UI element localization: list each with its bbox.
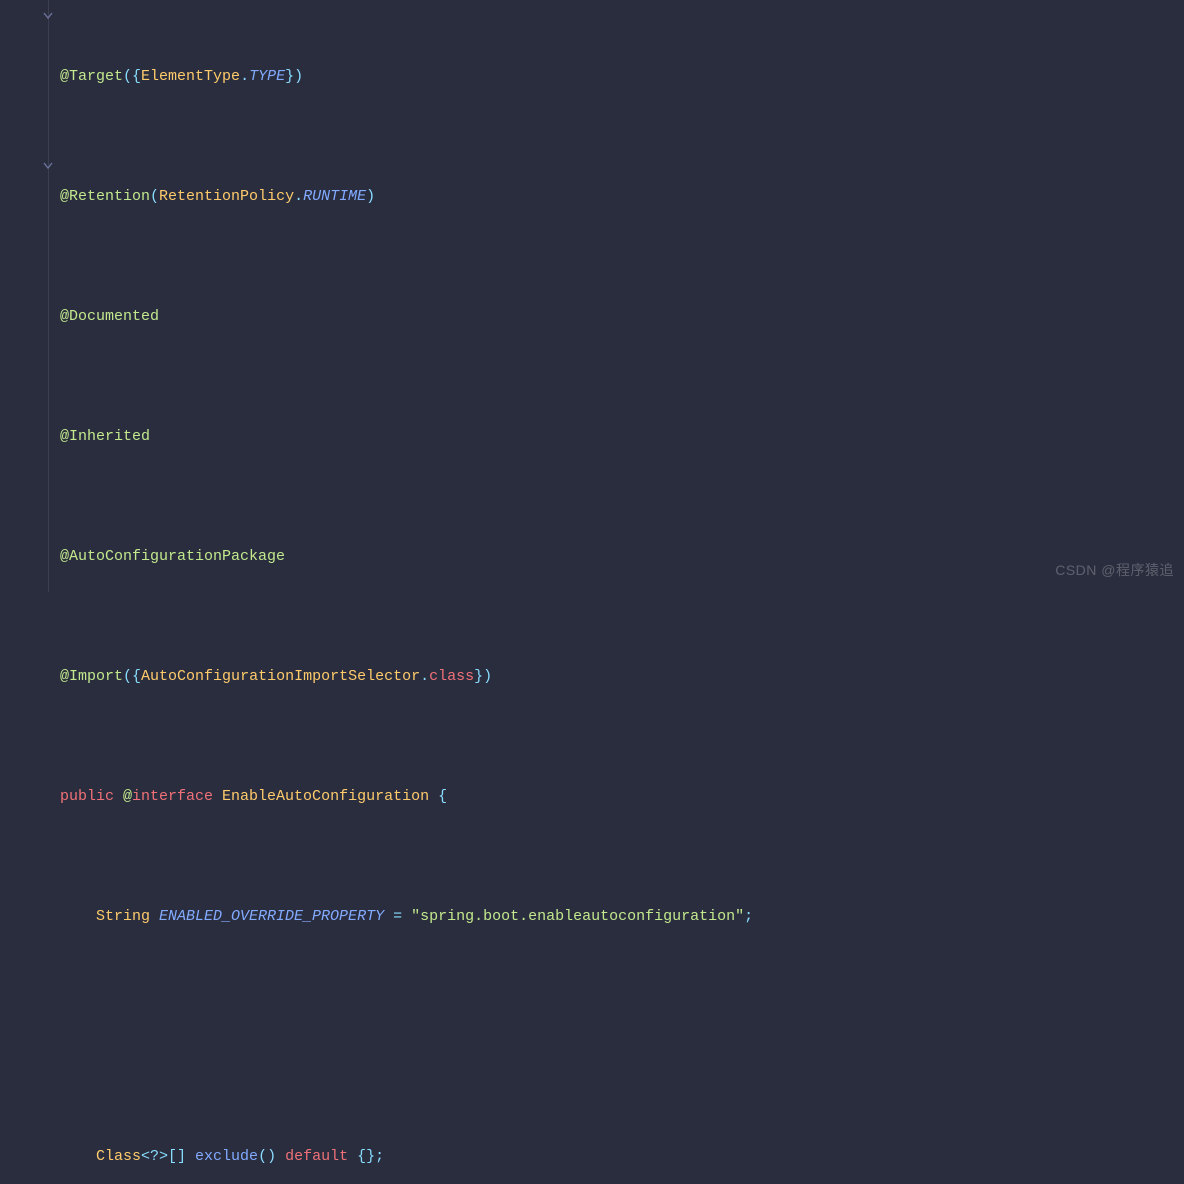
- type-ref: AutoConfigurationImportSelector: [141, 668, 420, 685]
- type-ref: String: [96, 908, 159, 925]
- annotation-at: @: [60, 428, 69, 445]
- annotation-at: @: [60, 68, 69, 85]
- code-line[interactable]: [60, 1022, 1184, 1052]
- dot: .: [240, 68, 249, 85]
- code-line[interactable]: String ENABLED_OVERRIDE_PROPERTY = "spri…: [60, 902, 1184, 932]
- generics: <?>[]: [141, 1148, 195, 1165]
- annotation-at: @: [60, 188, 69, 205]
- enum-const: RUNTIME: [303, 188, 366, 205]
- dot: .: [420, 668, 429, 685]
- field-name: ENABLED_OVERRIDE_PROPERTY: [159, 908, 384, 925]
- code-line[interactable]: public @interface EnableAutoConfiguratio…: [60, 782, 1184, 812]
- code-line[interactable]: @AutoConfigurationPackage: [60, 542, 1184, 572]
- annotation-name: Inherited: [69, 428, 150, 445]
- semicolon: ;: [744, 908, 753, 925]
- string-literal: "spring.boot.enableautoconfiguration": [411, 908, 744, 925]
- code-line[interactable]: Class<?>[] exclude() default {};: [60, 1142, 1184, 1172]
- type-ref: ElementType: [141, 68, 240, 85]
- punct: ({: [123, 68, 141, 85]
- operator: =: [384, 908, 411, 925]
- method-name: exclude: [195, 1148, 258, 1165]
- dot: .: [294, 188, 303, 205]
- code-editor[interactable]: @Target({ElementType.TYPE}) @Retention(R…: [0, 0, 1184, 1184]
- code-area[interactable]: @Target({ElementType.TYPE}) @Retention(R…: [0, 2, 1184, 1184]
- fold-marker-icon[interactable]: [42, 10, 54, 22]
- code-line[interactable]: @Import({AutoConfigurationImportSelector…: [60, 662, 1184, 692]
- brace: {: [438, 788, 447, 805]
- punct: }): [474, 668, 492, 685]
- enum-const: TYPE: [249, 68, 285, 85]
- gutter: [0, 0, 56, 1184]
- code-line[interactable]: @Target({ElementType.TYPE}): [60, 62, 1184, 92]
- value: {}: [357, 1148, 375, 1165]
- parens: (): [258, 1148, 285, 1165]
- indent: [60, 908, 96, 925]
- code-line[interactable]: @Inherited: [60, 422, 1184, 452]
- annotation-name: Target: [69, 68, 123, 85]
- keyword: class: [429, 668, 474, 685]
- semicolon: ;: [375, 1148, 384, 1165]
- fold-marker-icon[interactable]: [42, 160, 54, 172]
- keyword: interface: [132, 788, 222, 805]
- indent: [60, 1148, 96, 1165]
- punct: ): [366, 188, 375, 205]
- fold-guide-line: [48, 0, 49, 592]
- punct: (: [150, 188, 159, 205]
- keyword: public: [60, 788, 123, 805]
- punct: ({: [123, 668, 141, 685]
- annotation-name: Documented: [69, 308, 159, 325]
- code-line[interactable]: @Documented: [60, 302, 1184, 332]
- punct: }): [285, 68, 303, 85]
- annotation-name: Retention: [69, 188, 150, 205]
- keyword: default: [285, 1148, 357, 1165]
- annotation-at: @: [60, 308, 69, 325]
- annotation-at: @: [123, 788, 132, 805]
- annotation-at: @: [60, 548, 69, 565]
- type-ref: Class: [96, 1148, 141, 1165]
- annotation-name: Import: [69, 668, 123, 685]
- type-decl: EnableAutoConfiguration: [222, 788, 438, 805]
- annotation-name: AutoConfigurationPackage: [69, 548, 285, 565]
- type-ref: RetentionPolicy: [159, 188, 294, 205]
- code-line[interactable]: @Retention(RetentionPolicy.RUNTIME): [60, 182, 1184, 212]
- annotation-at: @: [60, 668, 69, 685]
